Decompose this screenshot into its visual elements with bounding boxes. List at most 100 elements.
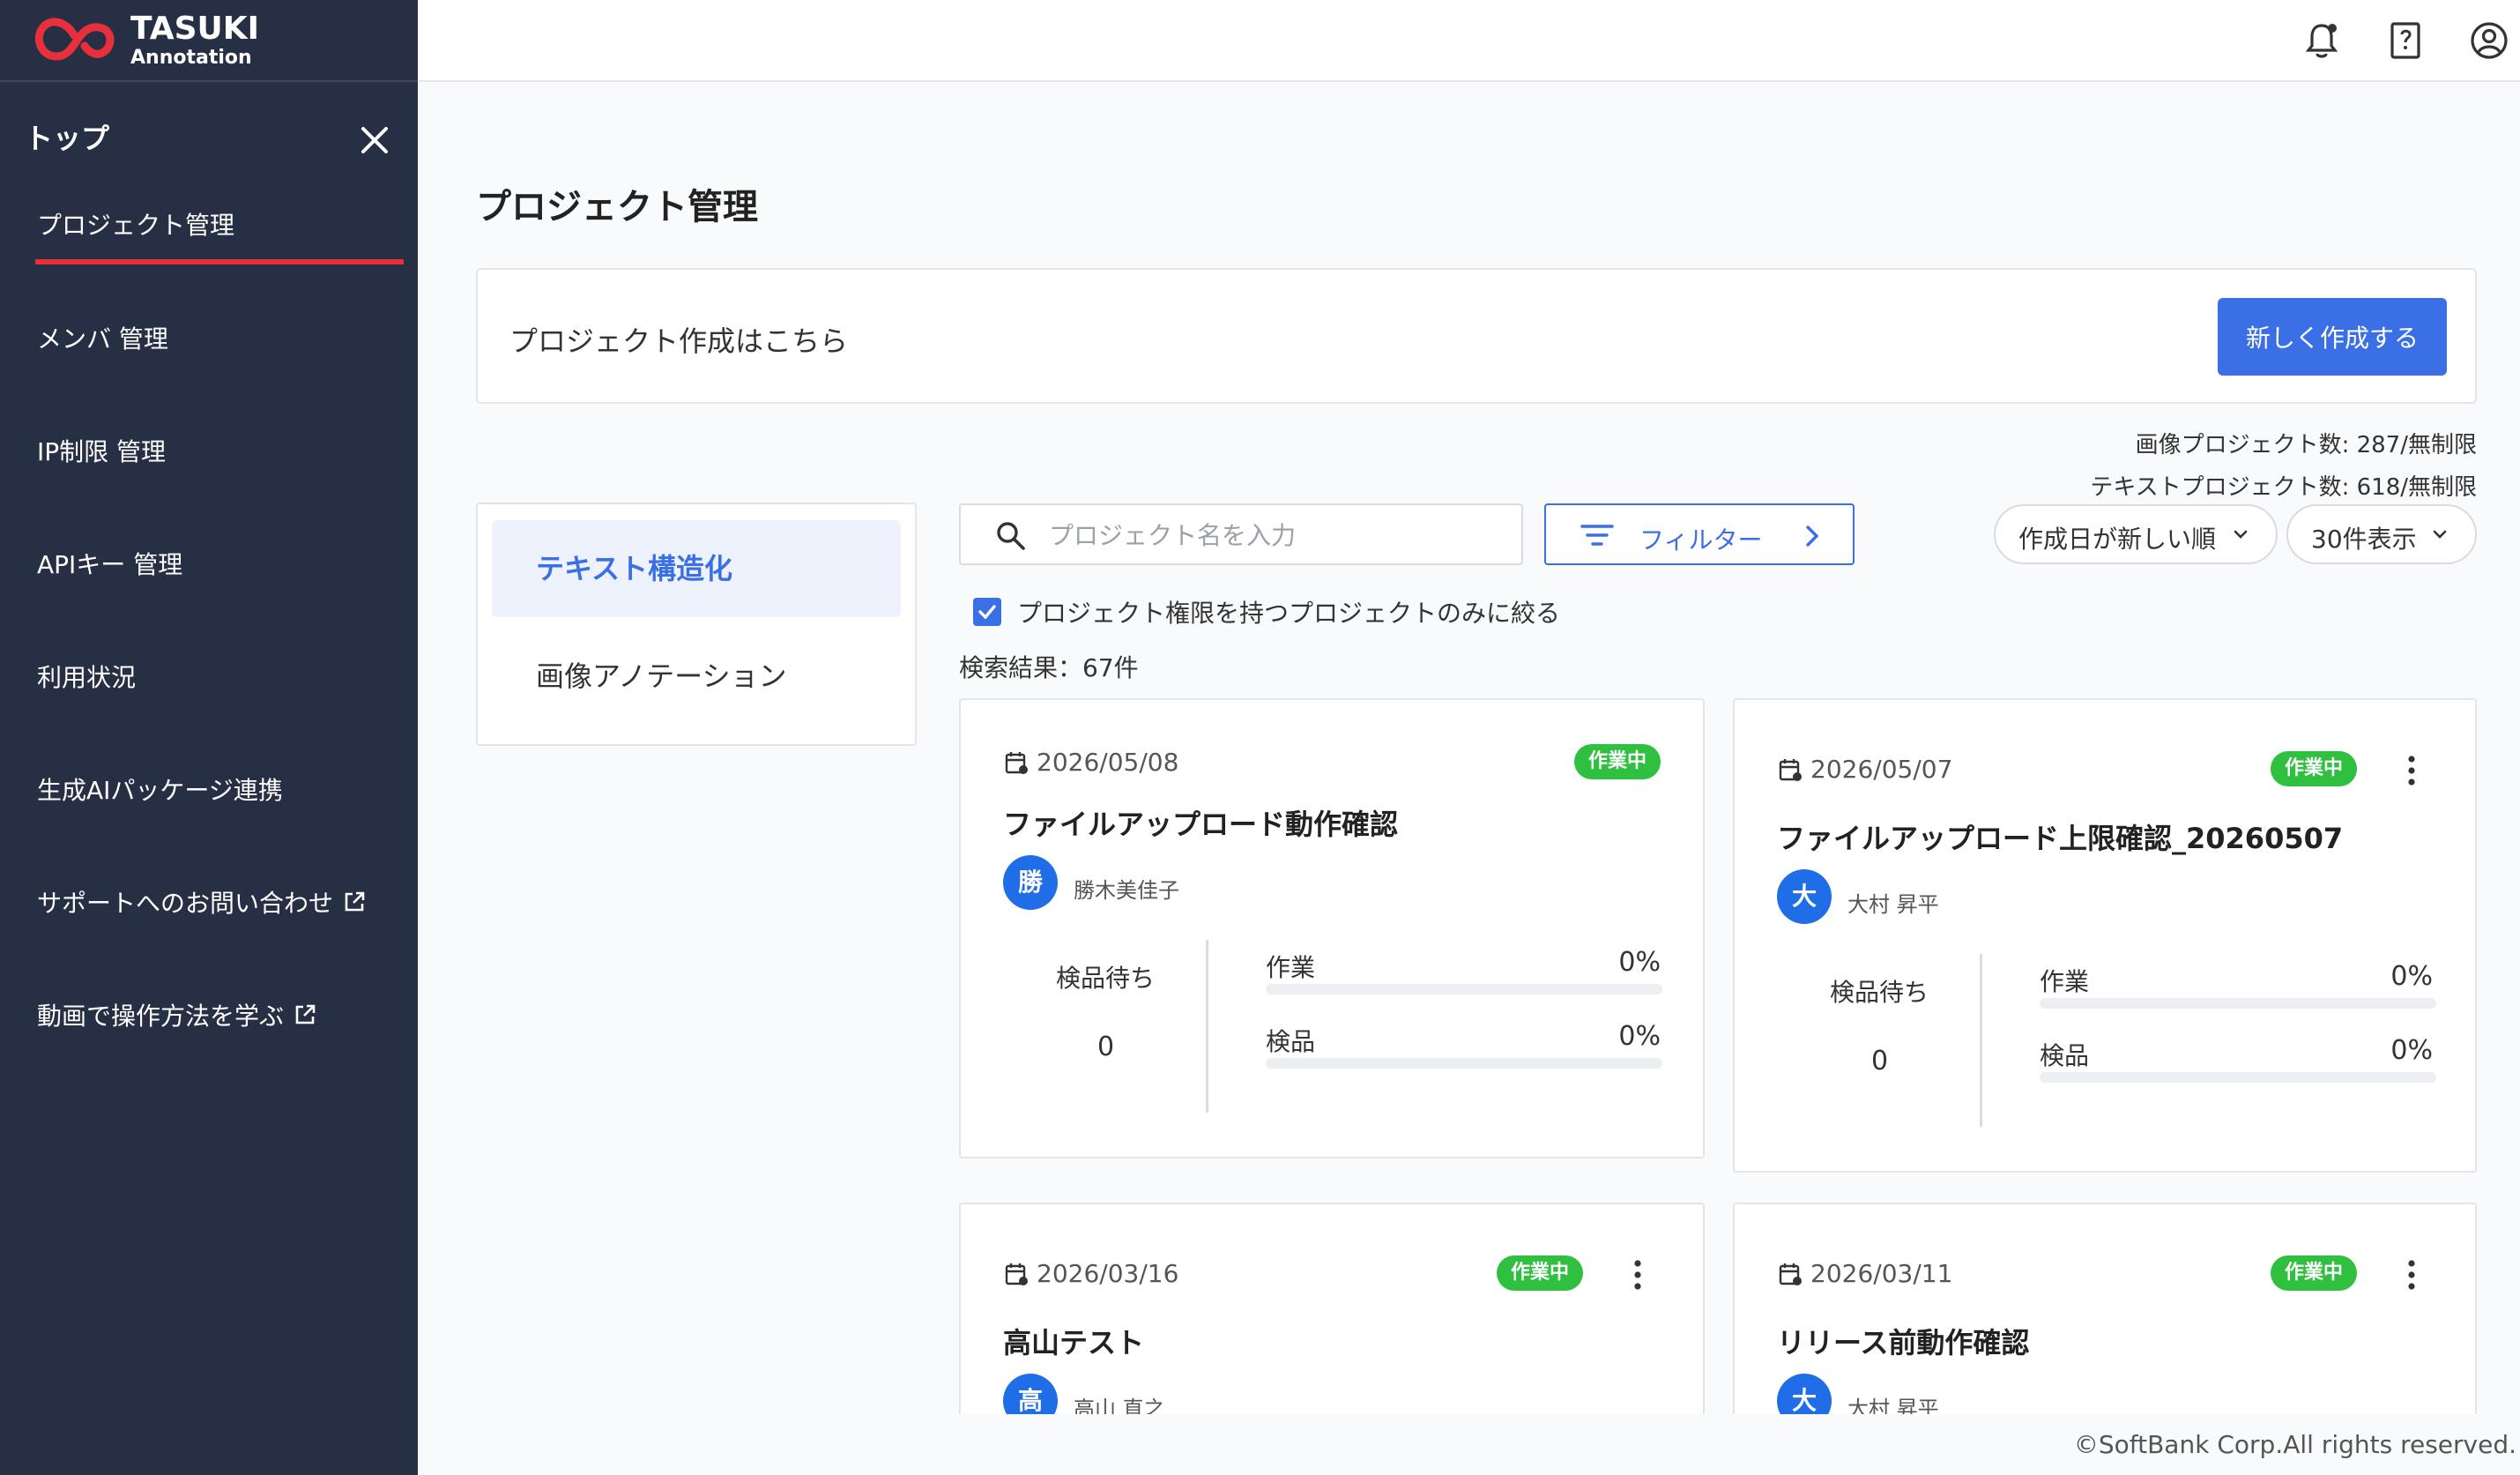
work-value: 0%: [2390, 961, 2433, 992]
search-icon: [997, 522, 1025, 550]
chevron-right-icon: [1806, 525, 1819, 547]
calendar-icon: [1005, 751, 1028, 774]
sidebar-item-usage[interactable]: 利用状況: [37, 659, 136, 694]
page-title: プロジェクト管理: [476, 187, 758, 227]
card-title[interactable]: 高山テスト: [1003, 1321, 1144, 1361]
sidebar-item-support-contact[interactable]: サポートへのお問い合わせ: [37, 884, 367, 920]
notification-bell-icon[interactable]: [2299, 18, 2345, 63]
calendar-icon: [1779, 1263, 1802, 1285]
per-page-select[interactable]: 30件表示: [2286, 504, 2477, 564]
card-date: 2026/03/16: [1037, 1259, 1179, 1288]
inspect-value: 0%: [2390, 1035, 2433, 1066]
more-options-icon[interactable]: [1632, 1259, 1643, 1291]
close-icon[interactable]: [356, 122, 393, 159]
sidebar-item-member-management[interactable]: メンバ 管理: [37, 320, 168, 355]
card-date: 2026/03/11: [1810, 1259, 1953, 1288]
sidebar-item-ip-restriction[interactable]: IP制限 管理: [37, 433, 166, 468]
active-indicator: [35, 259, 404, 264]
divider: [1980, 954, 1982, 1127]
work-label: 作業: [2040, 967, 2090, 996]
card-date: 2026/05/08: [1037, 748, 1179, 777]
logo-subtitle: Annotation: [130, 46, 252, 69]
logo-title: TASUKI: [130, 10, 260, 47]
copyright-footer: ©SoftBank Corp.All rights reserved.: [2073, 1430, 2516, 1459]
filter-label: フィルター: [1639, 525, 1763, 555]
status-badge: 作業中: [2270, 1255, 2357, 1291]
tasuki-logo-icon: [34, 17, 115, 61]
pending-value: 0: [1871, 1046, 1889, 1076]
owner-name: 大村 昇平: [1847, 892, 1939, 917]
status-badge: 作業中: [1573, 744, 1661, 779]
filter-icon: [1580, 525, 1614, 546]
inspect-value: 0%: [1618, 1021, 1661, 1052]
sidebar-heading: トップ: [25, 122, 110, 155]
owner-name: 勝木美佳子: [1074, 878, 1179, 903]
inspect-label: 検品: [1266, 1027, 1316, 1056]
top-bar: [418, 0, 2520, 82]
sidebar-item-label: プロジェクト管理: [37, 211, 235, 240]
chevron-down-icon: [2234, 530, 2248, 539]
sort-order-value: 作成日が新しい順: [2018, 525, 2217, 554]
checkmark-icon: [978, 605, 996, 620]
text-project-count: テキストプロジェクト数: 618/無制限: [2090, 474, 2477, 501]
work-progress-bar: [1266, 984, 1662, 995]
permission-filter-label: プロジェクト権限を持つプロジェクトのみに絞る: [1017, 599, 1561, 628]
pending-label: 検品待ち: [1830, 978, 1929, 1007]
more-options-icon[interactable]: [2406, 755, 2417, 786]
sidebar-item-genai-package[interactable]: 生成AIパッケージ連携: [37, 771, 283, 807]
status-badge: 作業中: [2270, 751, 2357, 786]
search-box: [959, 503, 1523, 565]
work-value: 0%: [1618, 947, 1661, 978]
permission-filter-row: プロジェクト権限を持つプロジェクトのみに絞る: [973, 594, 1560, 629]
card-title[interactable]: ファイルアップロード上限確認_20260507: [1777, 816, 2343, 857]
per-page-value: 30件表示: [2311, 525, 2417, 554]
sidebar-item-project-management[interactable]: プロジェクト管理: [37, 206, 234, 242]
external-link-icon: [345, 891, 365, 912]
image-project-count: 画像プロジェクト数: 287/無制限: [2135, 432, 2477, 458]
external-link-icon: [295, 1004, 316, 1024]
more-options-icon[interactable]: [2406, 1259, 2417, 1291]
project-card[interactable]: 2026/05/07 作業中 ファイルアップロード上限確認_20260507 大…: [1733, 698, 2477, 1173]
create-project-panel: プロジェクト作成はこちら 新しく作成する: [476, 268, 2477, 404]
sidebar-item-video-tutorial[interactable]: 動画で操作方法を学ぶ: [37, 997, 317, 1032]
help-book-icon[interactable]: [2382, 18, 2428, 63]
card-title[interactable]: ファイルアップロード動作確認: [1003, 802, 1398, 843]
pending-value: 0: [1097, 1032, 1115, 1062]
search-input[interactable]: [1049, 518, 1507, 553]
sidebar-item-label: 利用状況: [37, 663, 137, 692]
category-text-structuring[interactable]: テキスト構造化: [492, 520, 901, 617]
inspect-progress-bar: [1266, 1058, 1662, 1069]
inspect-progress-bar: [2040, 1072, 2436, 1083]
search-result-count: 検索結果：67件: [959, 653, 1139, 682]
sidebar-item-label: 生成AIパッケージ連携: [37, 776, 283, 805]
category-image-annotation[interactable]: 画像アノテーション: [536, 654, 786, 695]
sidebar-item-label: IP制限 管理: [37, 437, 167, 466]
avatar: 大: [1777, 869, 1832, 924]
divider: [1206, 940, 1208, 1113]
sort-order-select[interactable]: 作成日が新しい順: [1994, 504, 2278, 564]
pending-label: 検品待ち: [1056, 964, 1156, 993]
filter-button[interactable]: フィルター: [1544, 503, 1855, 565]
card-date: 2026/05/07: [1810, 755, 1953, 784]
create-new-button[interactable]: 新しく作成する: [2218, 298, 2447, 376]
account-icon[interactable]: [2466, 18, 2512, 63]
chevron-down-icon: [2433, 530, 2447, 539]
calendar-icon: [1779, 758, 1802, 781]
permission-filter-checkbox[interactable]: [973, 598, 1001, 626]
calendar-icon: [1005, 1263, 1028, 1285]
create-project-label: プロジェクト作成はこちら: [509, 324, 849, 358]
status-badge: 作業中: [1496, 1255, 1583, 1291]
sidebar-item-label: サポートへのお問い合わせ: [37, 889, 334, 918]
logo[interactable]: TASUKI Annotation: [0, 0, 418, 82]
sidebar-item-label: メンバ 管理: [37, 324, 168, 354]
sidebar-item-label: 動画で操作方法を学ぶ: [37, 1002, 285, 1031]
avatar: 勝: [1003, 855, 1058, 910]
sidebar: TASUKI Annotation トップ プロジェクト管理 メンバ 管理 IP…: [0, 0, 418, 1475]
project-card[interactable]: 2026/05/08 作業中 ファイルアップロード動作確認 勝 勝木美佳子 検品…: [959, 698, 1705, 1158]
sidebar-item-label: APIキー 管理: [37, 550, 183, 579]
category-panel: テキスト構造化 画像アノテーション: [476, 503, 917, 746]
work-progress-bar: [2040, 998, 2436, 1009]
card-title[interactable]: リリース前動作確認: [1777, 1321, 2029, 1361]
inspect-label: 検品: [2040, 1041, 2090, 1070]
sidebar-item-api-key[interactable]: APIキー 管理: [37, 546, 182, 581]
